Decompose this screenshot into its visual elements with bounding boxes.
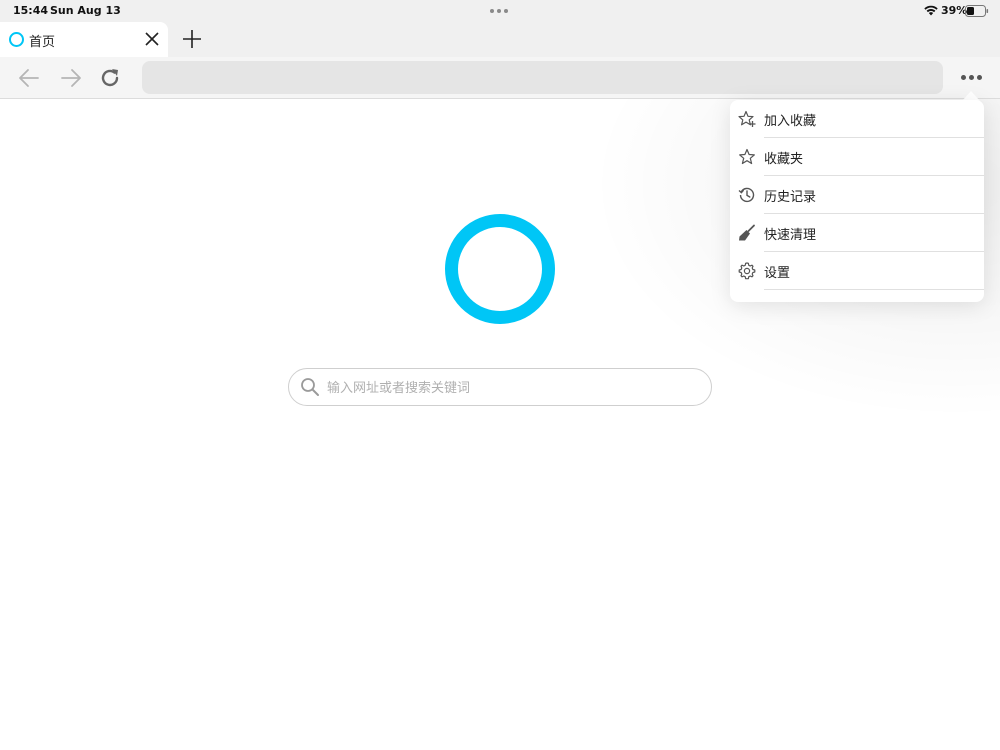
- back-arrow-icon[interactable]: [17, 66, 41, 90]
- ring-logo-icon: [9, 32, 24, 47]
- menu-item-quick-clean[interactable]: 快速清理: [730, 214, 984, 252]
- search-icon: [301, 378, 319, 396]
- star-add-icon: [738, 110, 756, 127]
- tab-home[interactable]: 首页: [0, 22, 168, 57]
- battery-icon: [965, 5, 989, 17]
- status-date: Sun Aug 13: [50, 4, 121, 17]
- battery-percentage: 39%: [941, 4, 968, 17]
- menu-item-label: 加入收藏: [764, 114, 817, 129]
- menu-item-add-bookmark[interactable]: 加入收藏: [730, 100, 984, 138]
- address-bar[interactable]: [142, 61, 943, 94]
- menu-item-history[interactable]: 历史记录: [730, 176, 984, 214]
- close-icon[interactable]: [144, 31, 160, 47]
- tab-title: 首页: [29, 35, 56, 50]
- overflow-menu: 加入收藏 收藏夹 历史记录 快速清理 设置: [730, 100, 984, 302]
- gear-icon: [738, 262, 756, 280]
- search-box[interactable]: [288, 368, 712, 406]
- menu-item-settings[interactable]: 设置: [730, 252, 984, 290]
- status-time: 15:44: [13, 4, 49, 17]
- star-icon: [739, 148, 755, 165]
- toolbar: [0, 57, 1000, 99]
- reload-icon[interactable]: [98, 66, 122, 90]
- menu-item-label: 历史记录: [764, 190, 817, 205]
- browser-logo-icon: [445, 214, 555, 324]
- wifi-icon: [924, 5, 938, 16]
- menu-item-label: 收藏夹: [764, 152, 804, 167]
- history-icon: [738, 187, 755, 203]
- menu-item-label: 设置: [764, 266, 791, 281]
- forward-arrow-icon[interactable]: [59, 66, 83, 90]
- menu-item-label: 快速清理: [764, 228, 817, 243]
- tab-strip: 首页: [0, 22, 1000, 57]
- broom-icon: [739, 224, 755, 241]
- more-dots-icon[interactable]: [958, 67, 984, 87]
- multitasking-dots-icon[interactable]: [490, 9, 508, 13]
- new-tab-plus-icon[interactable]: [182, 29, 202, 49]
- menu-item-bookmarks[interactable]: 收藏夹: [730, 138, 984, 176]
- search-input[interactable]: [325, 376, 699, 400]
- status-bar: 15:44 Sun Aug 13 39%: [0, 0, 1000, 22]
- menu-divider: [764, 289, 984, 290]
